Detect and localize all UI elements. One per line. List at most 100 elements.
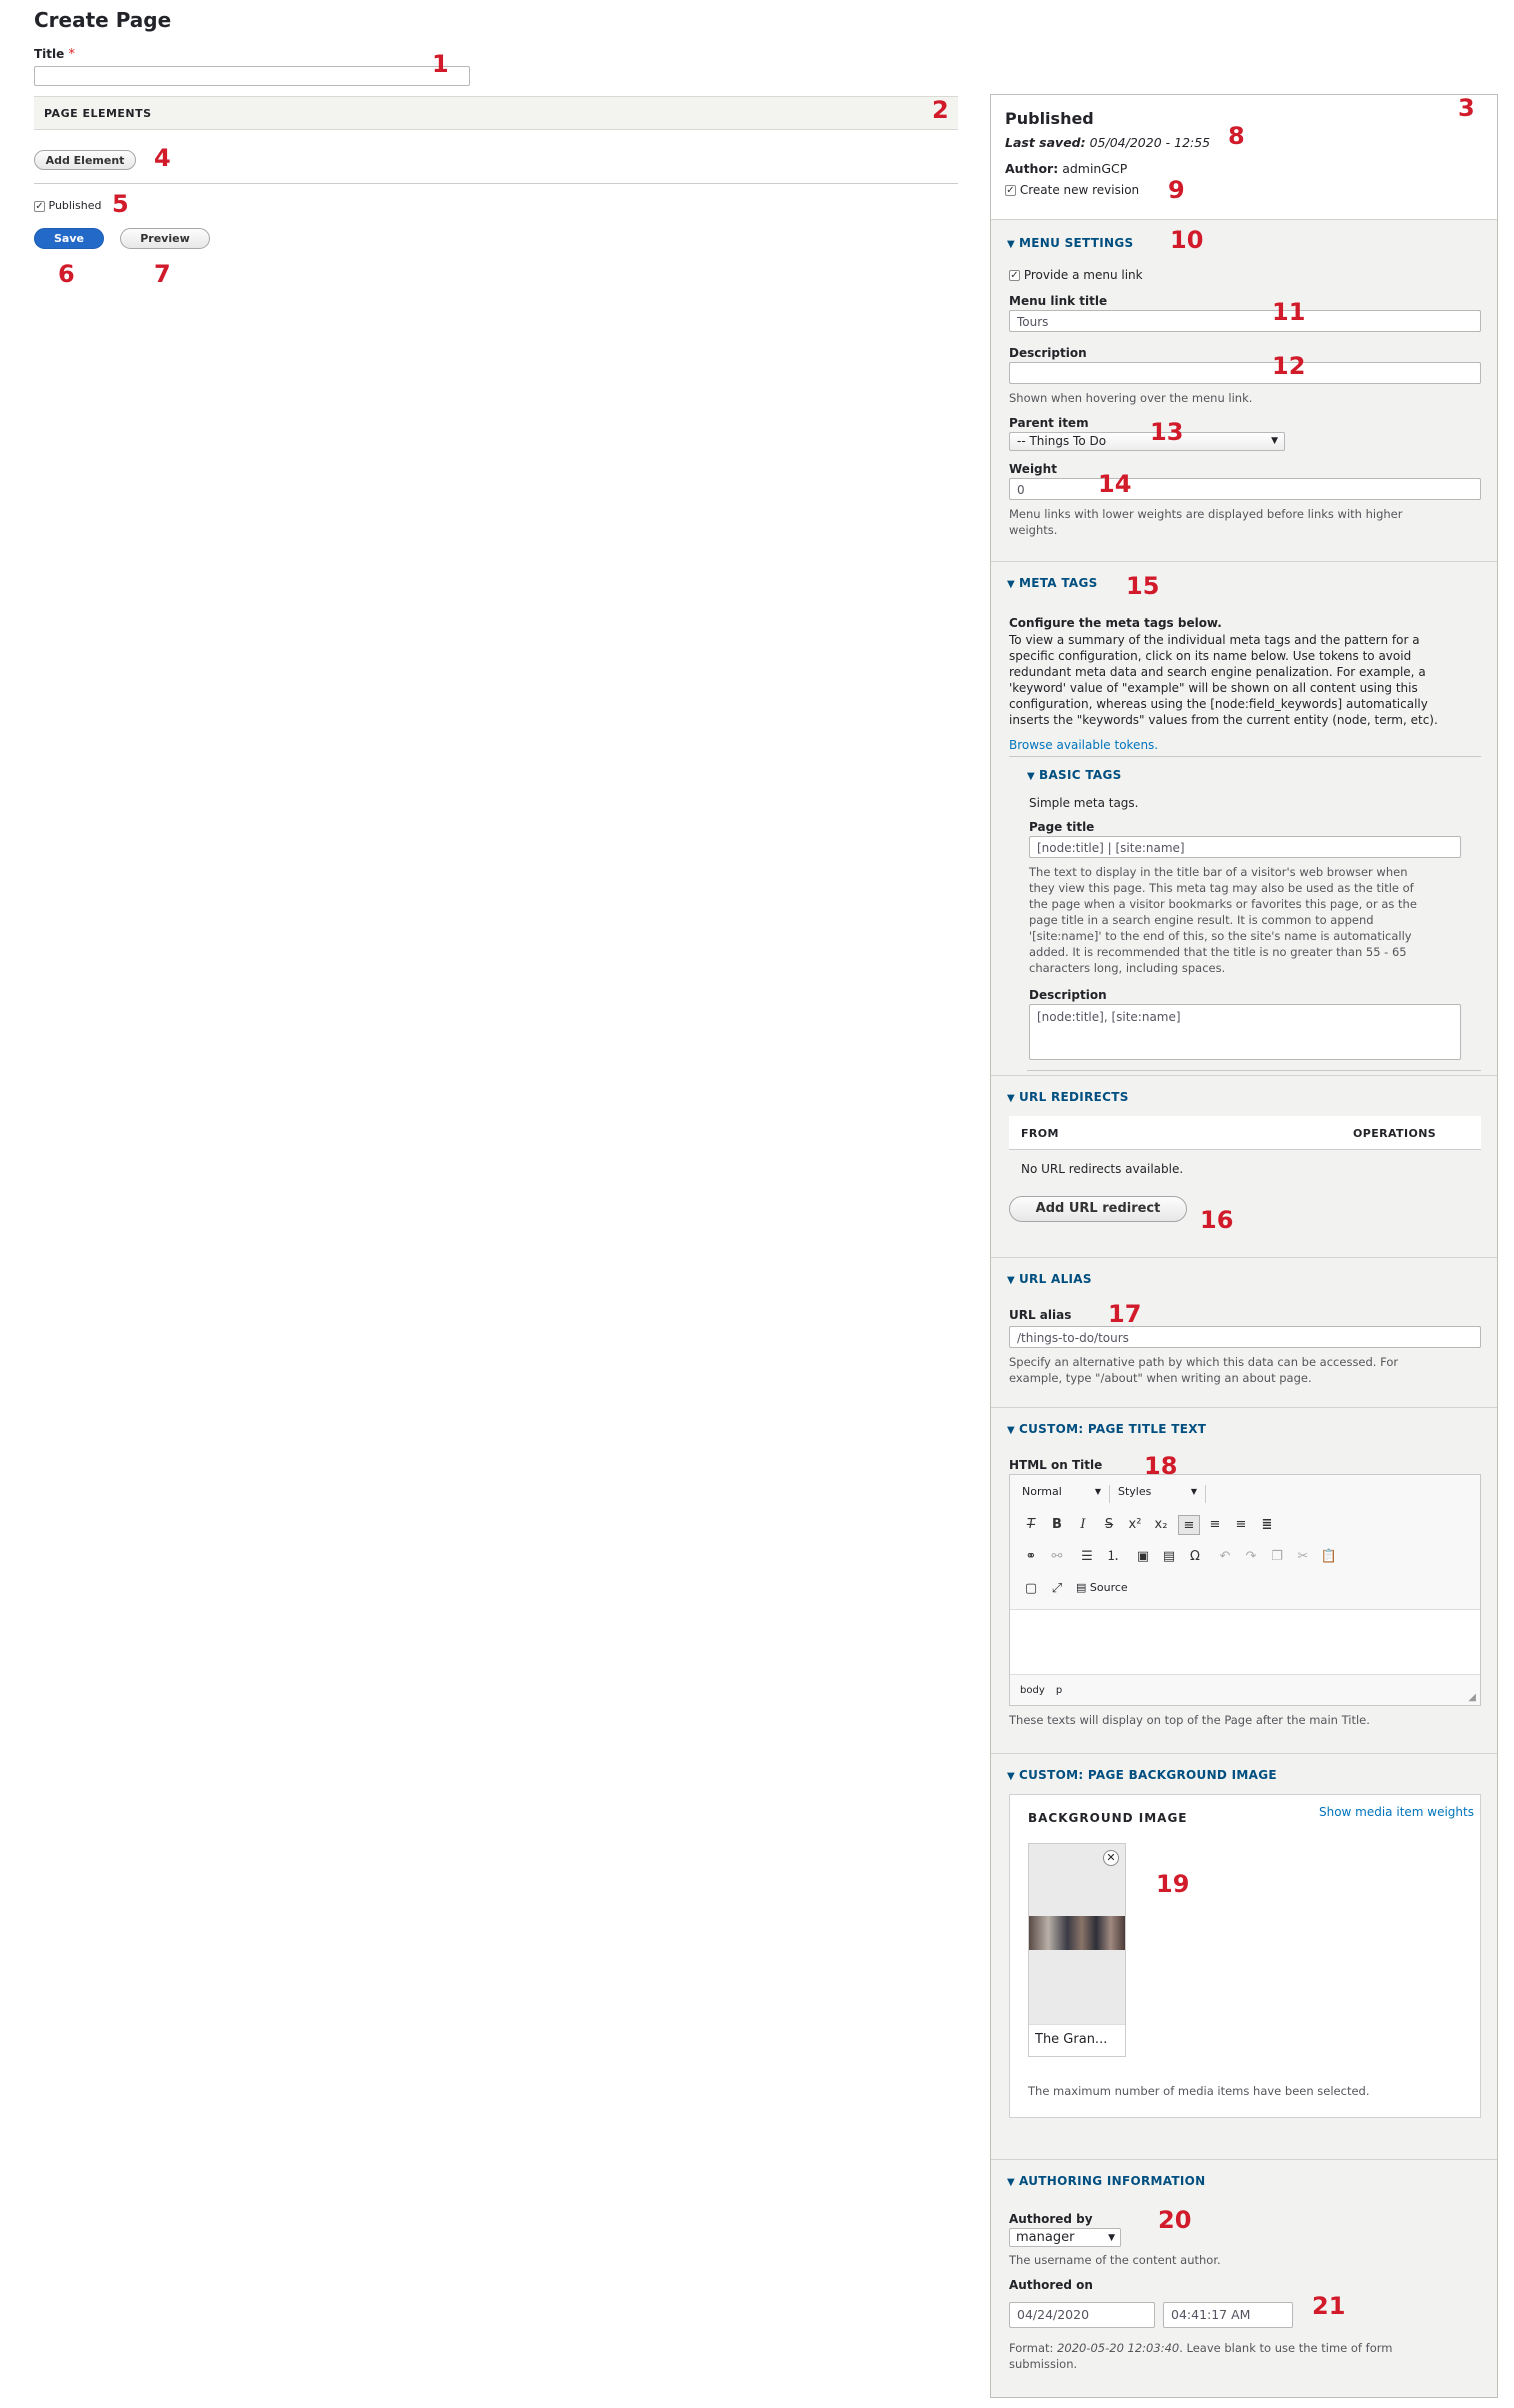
status-text: Published: [1005, 109, 1094, 128]
link-icon[interactable]: ⚭: [1020, 1547, 1042, 1567]
max-items-text: The maximum number of media items have b…: [1028, 2084, 1370, 2098]
authored-on-date[interactable]: 04/24/2020: [1009, 2302, 1155, 2328]
basic-tags-desc: Simple meta tags.: [1029, 796, 1139, 810]
image-icon[interactable]: ▣: [1132, 1547, 1154, 1567]
paste-icon[interactable]: 📋: [1318, 1547, 1340, 1567]
editor-content-area[interactable]: [1010, 1609, 1480, 1675]
source-label: Source: [1089, 1581, 1128, 1594]
rich-text-editor: Normal ▼ Styles ▼ T̶ B I S x² x₂ ≡ ≡ ≡ ≣…: [1009, 1474, 1481, 1706]
last-saved: Last saved: 05/04/2020 - 12:55: [1005, 135, 1210, 150]
background-image-summary[interactable]: ▼ CUSTOM: PAGE BACKGROUND IMAGE: [1007, 1768, 1277, 1782]
published-checkbox[interactable]: ✓: [34, 200, 45, 212]
url-redirects-summary[interactable]: ▼ URL REDIRECTS: [1007, 1090, 1129, 1104]
page-elements-label: PAGE ELEMENTS: [44, 107, 152, 120]
show-weights-link[interactable]: Show media item weights: [1319, 1805, 1474, 1819]
last-saved-value: 05/04/2020 - 12:55: [1089, 135, 1211, 150]
page-title-help-line: page title in a search engine result. It…: [1029, 913, 1374, 927]
page-title-text-summary[interactable]: ▼ CUSTOM: PAGE TITLE TEXT: [1007, 1422, 1206, 1436]
url-alias-summary[interactable]: ▼ URL ALIAS: [1007, 1272, 1092, 1286]
title-label-row: Title *: [34, 47, 75, 62]
meta-description-textarea[interactable]: [node:title], [site:name]: [1029, 1004, 1461, 1060]
subscript-icon[interactable]: x₂: [1150, 1515, 1172, 1535]
callout-2: 2: [932, 96, 949, 124]
callout-18: 18: [1144, 1452, 1178, 1480]
title-label: Title: [34, 47, 65, 61]
authored-by-select[interactable]: manager ▼: [1009, 2228, 1121, 2247]
meta-box: Published Last saved: 05/04/2020 - 12:55…: [991, 95, 1497, 219]
weight-input[interactable]: 0: [1009, 478, 1481, 500]
show-blocks-icon[interactable]: ▢: [1020, 1579, 1042, 1599]
parent-item-select[interactable]: -- Things To Do ▼: [1009, 432, 1285, 451]
callout-1: 1: [432, 50, 449, 78]
preview-button[interactable]: Preview: [120, 228, 210, 249]
divider: [34, 183, 958, 184]
published-row: ✓ Published: [34, 199, 101, 212]
add-url-redirect-button[interactable]: Add URL redirect: [1009, 1196, 1187, 1222]
divider: [1009, 756, 1481, 757]
redo-icon[interactable]: ↷: [1240, 1547, 1262, 1567]
authored-on-time[interactable]: 04:41:17 AM: [1163, 2302, 1293, 2328]
page-elements-bar[interactable]: PAGE ELEMENTS: [34, 96, 958, 130]
italic-icon[interactable]: I: [1072, 1515, 1094, 1535]
undo-icon[interactable]: ↶: [1214, 1547, 1236, 1567]
resize-handle-icon[interactable]: ◢: [1468, 1692, 1476, 1703]
bold-icon[interactable]: B: [1046, 1515, 1068, 1535]
format-value: Normal: [1022, 1485, 1062, 1498]
menu-settings-summary[interactable]: ▼ MENU SETTINGS: [1007, 236, 1134, 250]
align-right-icon[interactable]: ≡: [1230, 1515, 1252, 1535]
url-alias-help-1: Specify an alternative path by which thi…: [1009, 1355, 1399, 1369]
copy-icon[interactable]: ❐: [1266, 1547, 1288, 1567]
special-char-icon[interactable]: Ω: [1184, 1547, 1206, 1567]
maximize-icon[interactable]: ⤢: [1046, 1579, 1068, 1599]
justify-icon[interactable]: ≣: [1256, 1515, 1278, 1535]
callout-5: 5: [112, 190, 129, 218]
sidebar: Published Last saved: 05/04/2020 - 12:55…: [990, 94, 1498, 2398]
bulleted-list-icon[interactable]: ☰: [1076, 1547, 1098, 1567]
authored-on-label: Authored on: [1009, 2278, 1093, 2292]
menu-link-title-input[interactable]: Tours: [1009, 310, 1481, 332]
callout-14: 14: [1098, 470, 1132, 498]
superscript-icon[interactable]: x²: [1124, 1515, 1146, 1535]
cut-icon[interactable]: ✂: [1292, 1547, 1314, 1567]
page-title-help-line: they view this page. This meta tag may a…: [1029, 881, 1414, 895]
chevron-down-icon: ▼: [1108, 2233, 1115, 2243]
revision-checkbox[interactable]: ✓: [1005, 185, 1016, 196]
menu-description-input[interactable]: [1009, 362, 1481, 384]
path-body[interactable]: body: [1020, 1685, 1045, 1696]
url-alias-input[interactable]: /things-to-do/tours: [1009, 1326, 1481, 1348]
add-element-button[interactable]: Add Element: [34, 150, 136, 170]
metatags-intro-title: Configure the meta tags below.: [1009, 616, 1222, 630]
unlink-icon[interactable]: ⚯: [1046, 1547, 1068, 1567]
basic-tags-summary[interactable]: ▼ BASIC TAGS: [1027, 768, 1122, 782]
callout-21: 21: [1312, 2292, 1346, 2320]
media-item[interactable]: ✕ The Gran...: [1028, 1843, 1126, 2057]
html-on-title-label: HTML on Title: [1009, 1458, 1103, 1472]
strikethrough-icon[interactable]: S: [1098, 1515, 1120, 1535]
url-alias-help-2: example, type "/about" when writing an a…: [1009, 1371, 1312, 1385]
meta-tags-summary[interactable]: ▼ META TAGS: [1007, 576, 1098, 590]
callout-6: 6: [58, 260, 75, 288]
parent-item-value: -- Things To Do: [1017, 434, 1107, 448]
path-p[interactable]: p: [1056, 1685, 1062, 1696]
horizontal-rule-icon[interactable]: ▤: [1158, 1547, 1180, 1567]
styles-dropdown[interactable]: Styles ▼: [1118, 1485, 1206, 1503]
format-dropdown[interactable]: Normal ▼: [1022, 1485, 1110, 1503]
remove-format-icon[interactable]: T̶: [1020, 1515, 1042, 1535]
menu-description-help: Shown when hovering over the menu link.: [1009, 391, 1253, 405]
col-from: FROM: [1021, 1127, 1059, 1140]
remove-media-icon[interactable]: ✕: [1103, 1850, 1119, 1866]
align-center-icon[interactable]: ≡: [1204, 1515, 1226, 1535]
callout-15: 15: [1126, 572, 1160, 600]
numbered-list-icon[interactable]: ⒈: [1102, 1547, 1124, 1567]
weight-help-1: Menu links with lower weights are displa…: [1009, 507, 1403, 521]
authored-by-help: The username of the content author.: [1009, 2253, 1221, 2267]
source-button[interactable]: ▤ Source: [1076, 1581, 1128, 1594]
align-left-icon[interactable]: ≡: [1178, 1515, 1200, 1535]
authoring-summary[interactable]: ▼ AUTHORING INFORMATION: [1007, 2174, 1206, 2188]
provide-link-checkbox[interactable]: ✓: [1009, 270, 1020, 281]
chevron-down-icon: ▼: [1094, 1487, 1101, 1496]
page-title-meta-input[interactable]: [node:title] | [site:name]: [1029, 836, 1461, 858]
title-input[interactable]: [34, 66, 470, 86]
save-button[interactable]: Save: [34, 228, 104, 249]
browse-tokens-link[interactable]: Browse available tokens.: [1009, 738, 1158, 752]
